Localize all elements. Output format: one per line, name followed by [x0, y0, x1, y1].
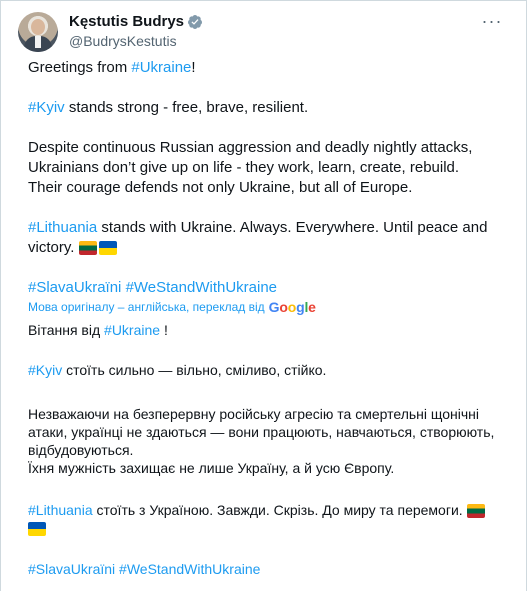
translation-notice-text: Мова оригіналу – англійська, переклад ві… [28, 300, 265, 314]
verified-badge-icon[interactable] [187, 14, 203, 30]
google-letter: o [279, 299, 288, 315]
hashtag-kyiv[interactable]: #Kyiv [28, 362, 62, 378]
hashtag-ukraine[interactable]: #Ukraine [104, 322, 160, 338]
google-logo: Google [269, 299, 316, 315]
author-handle[interactable]: @BudrysKestutis [69, 32, 177, 50]
uk-text: Незважаючи на безперервну російську агре… [28, 406, 480, 422]
hashtag-kyiv[interactable]: #Kyiv [28, 99, 65, 116]
en-text: Their courage defends not only Ukraine, … [28, 179, 413, 196]
uk-text: ! [160, 322, 168, 338]
en-text: stands strong - free, brave, resilient. [64, 99, 309, 116]
en-paragraph-5: #SlavaUkraïni #WeStandWithUkraine [28, 278, 498, 298]
ukraine-flag-icon [28, 522, 46, 536]
uk-paragraph-3: Незважаючи на безперервну російську агре… [28, 405, 498, 477]
uk-paragraph-5: #SlavaUkraïni #WeStandWithUkraine [28, 560, 498, 578]
hashtag-slavaukraini[interactable]: #SlavaUkraïni [28, 561, 115, 577]
en-text: Ukrainians don’t give up on life - they … [28, 159, 460, 176]
en-paragraph-3: Despite continuous Russian aggression an… [28, 138, 498, 198]
author-name[interactable]: Kęstutis Budrys [69, 12, 184, 31]
uk-paragraph-4: #Lithuania стоїть з Україною. Завжди. Ск… [28, 501, 498, 537]
hashtag-westandwithukraine[interactable]: #WeStandWithUkraine [126, 279, 277, 296]
uk-text: атаки, українці не здаються — вони працю… [28, 424, 495, 440]
en-paragraph-4: #Lithuania stands with Ukraine. Always. … [28, 218, 498, 258]
uk-text: Їхня мужність захищає не лише Україну, а… [28, 460, 395, 476]
tweet-card: Kęstutis Budrys @BudrysKestutis ··· Gree… [0, 0, 527, 591]
ukraine-flag-icon [98, 241, 117, 255]
author-name-row: Kęstutis Budrys [69, 12, 203, 31]
uk-text: відбудовуються. [28, 442, 134, 458]
en-text: Despite continuous Russian aggression an… [28, 139, 473, 156]
hashtag-slavaukraini[interactable]: #SlavaUkraïni [28, 279, 121, 296]
more-options-button[interactable]: ··· [479, 11, 505, 31]
hashtag-ukraine[interactable]: #Ukraine [131, 59, 191, 76]
uk-text: Вітання від [28, 322, 105, 338]
avatar-shirt [35, 36, 41, 48]
google-letter: e [308, 299, 316, 315]
hashtag-lithuania[interactable]: #Lithuania [28, 219, 97, 236]
lithuania-flag-icon [466, 504, 485, 518]
avatar-face [31, 19, 45, 35]
en-text: stands with Ukraine. Always. Everywhere.… [97, 219, 488, 236]
uk-text: стоїть з Україною. Завжди. Скрізь. До ми… [92, 502, 467, 518]
avatar[interactable] [18, 12, 58, 52]
en-text: victory. [28, 239, 79, 256]
en-paragraph-2: #Kyiv stands strong - free, brave, resil… [28, 98, 498, 118]
uk-paragraph-2: #Kyiv стоїть сильно — вільно, сміливо, с… [28, 361, 498, 379]
translation-notice[interactable]: Мова оригіналу – англійська, переклад ві… [28, 299, 316, 315]
en-paragraph-1: Greetings from #Ukraine! [28, 58, 498, 78]
lithuania-flag-icon [78, 241, 97, 255]
uk-paragraph-1: Вітання від #Ukraine ! [28, 321, 498, 339]
google-letter: o [287, 299, 297, 315]
hashtag-lithuania[interactable]: #Lithuania [28, 502, 93, 518]
en-text: ! [191, 59, 196, 76]
uk-text: стоїть сильно — вільно, сміливо, стійко. [62, 362, 327, 378]
hashtag-westandwithukraine[interactable]: #WeStandWithUkraine [119, 561, 260, 577]
en-text: Greetings from [28, 59, 132, 76]
google-letter: G [268, 299, 280, 315]
